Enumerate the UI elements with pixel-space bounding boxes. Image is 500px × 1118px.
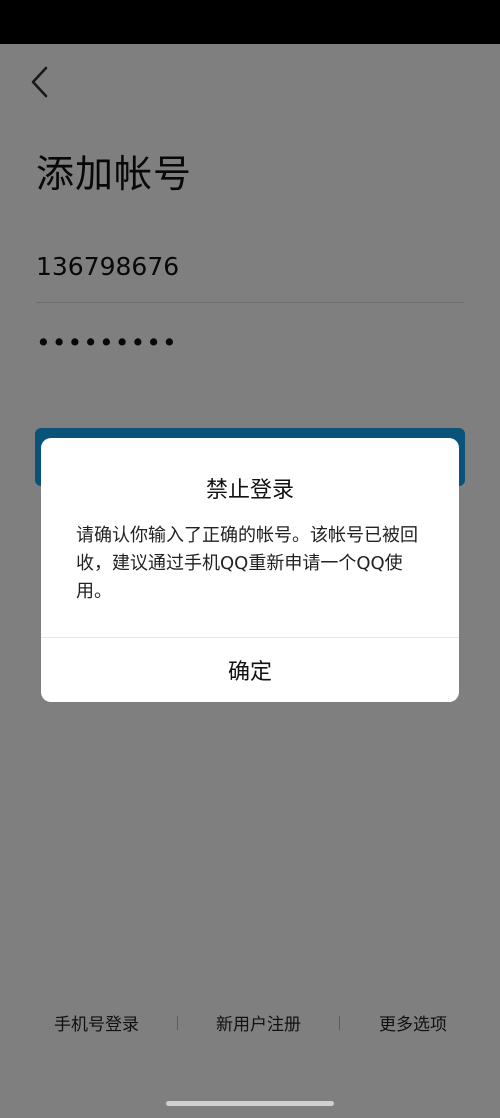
home-indicator[interactable] [166, 1101, 334, 1106]
status-bar [0, 0, 500, 44]
confirm-button[interactable]: 确定 [41, 638, 459, 702]
login-forbidden-dialog: 禁止登录 请确认你输入了正确的帐号。该帐号已被回收，建议通过手机QQ重新申请一个… [41, 438, 459, 702]
dialog-title: 禁止登录 [205, 478, 294, 503]
dialog-message: 请确认你输入了正确的帐号。该帐号已被回收，建议通过手机QQ重新申请一个QQ使用。 [76, 525, 418, 602]
